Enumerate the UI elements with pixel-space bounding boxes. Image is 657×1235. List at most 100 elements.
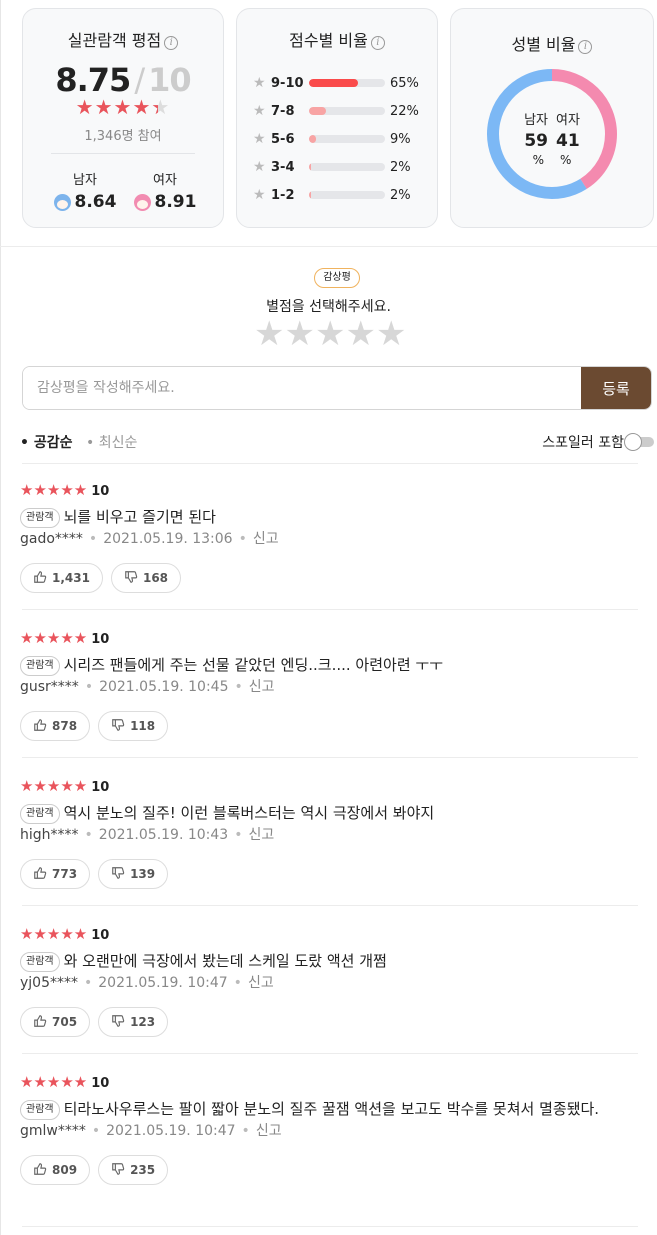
review-user[interactable]: gmlw**** — [20, 1123, 86, 1139]
percent-bar-fill — [309, 135, 316, 143]
review-text: 와 오랜만에 극장에서 봤는데 스케일 도랐 액션 개쩜 — [63, 952, 387, 970]
review-user[interactable]: gusr**** — [20, 679, 79, 695]
male-face-icon — [53, 193, 71, 211]
score-range-label: 7-8 — [271, 103, 295, 119]
percent-label: 65% — [390, 75, 419, 91]
percent-bar-fill — [309, 163, 311, 171]
male-score: 8.64 — [74, 192, 117, 212]
like-button[interactable]: 878 — [20, 711, 91, 741]
review-score: 10 — [91, 1076, 110, 1091]
dislike-button[interactable]: 235 — [98, 1155, 169, 1185]
dislike-button[interactable]: 139 — [98, 859, 169, 889]
participant-count: 1,346명 참여 — [84, 129, 162, 144]
dislike-count: 123 — [130, 1015, 156, 1029]
thumbs-up-icon — [33, 570, 47, 587]
review-stars: ★★★★★ — [20, 1073, 88, 1091]
rate-star-4-icon[interactable]: ★ — [345, 314, 375, 354]
spoiler-toggle[interactable] — [624, 433, 654, 451]
score-range-label: 9-10 — [271, 75, 304, 91]
percent-bar-fill — [309, 79, 359, 87]
male-score-block: 남자 8.64 — [45, 169, 125, 212]
rate-star-3-icon[interactable]: ★ — [315, 314, 345, 354]
star-icon: ★ — [253, 103, 266, 119]
star-icon: ★ — [253, 159, 266, 175]
score-range-label: 5-6 — [271, 131, 295, 147]
report-link[interactable]: 신고 — [253, 531, 279, 547]
review-score: 10 — [91, 928, 110, 943]
dislike-button[interactable]: 123 — [98, 1007, 169, 1037]
viewer-badge: 관람객 — [20, 952, 60, 972]
score-max: 10 — [148, 61, 192, 99]
dislike-count: 139 — [130, 867, 156, 881]
percent-bar — [309, 163, 385, 171]
review-user[interactable]: high**** — [20, 827, 79, 843]
donut-female-value: 41 — [556, 131, 580, 151]
score-distribution-row: ★ 9-10 65% — [253, 73, 433, 93]
divider — [22, 463, 638, 464]
percent-label: 9% — [390, 131, 411, 147]
score-range-label: 3-4 — [271, 159, 295, 175]
review-date: 2021.05.19. 10:43 — [98, 827, 229, 843]
donut-male-unit: % — [532, 153, 544, 167]
review-item: ★★★★★ 10 관람객 역시 분노의 질주! 이런 블록버스터는 역시 극장에서 봐… — [20, 776, 640, 889]
dislike-count: 118 — [130, 719, 156, 733]
review-user[interactable]: yj05**** — [20, 975, 78, 991]
score-distribution-row: ★ 5-6 9% — [253, 129, 433, 149]
thumbs-down-icon — [111, 718, 125, 735]
percent-bar — [309, 107, 385, 115]
viewer-badge: 관람객 — [20, 656, 60, 676]
review-date: 2021.05.19. 10:45 — [99, 679, 229, 695]
average-score: 8.75/10 — [23, 61, 223, 99]
rating-prompt: 별점을 선택해주세요. — [266, 299, 391, 315]
report-link[interactable]: 신고 — [248, 827, 274, 843]
thumbs-up-icon — [33, 1014, 47, 1031]
spoiler-label: 스포일러 포함 — [542, 435, 624, 451]
like-button[interactable]: 773 — [20, 859, 91, 889]
rating-star-selector: ★★★★★ — [254, 316, 406, 352]
review-stars: ★★★★★ — [20, 925, 88, 943]
donut-male-value: 59 — [524, 131, 548, 151]
dislike-button[interactable]: 168 — [110, 563, 182, 593]
score-value: 8.75 — [55, 61, 131, 99]
audience-rating-title: 실관람객 평점 — [67, 31, 162, 50]
rate-star-5-icon[interactable]: ★ — [376, 314, 406, 354]
review-form: 등록 — [22, 366, 652, 410]
review-item: ★★★★★ 10 관람객 뇌를 비우고 즐기면 된다 gado**** • 2021.05.… — [20, 480, 640, 593]
submit-button[interactable]: 등록 — [581, 367, 651, 409]
review-date: 2021.05.19. 10:47 — [98, 975, 228, 991]
thumbs-up-icon — [33, 718, 47, 735]
star-icon: ★ — [253, 75, 266, 91]
female-score-block: 여자 8.91 — [125, 169, 205, 212]
report-link[interactable]: 신고 — [248, 975, 274, 991]
rate-star-1-icon[interactable]: ★ — [254, 314, 284, 354]
review-text: 역시 분노의 질주! 이런 블록버스터는 역시 극장에서 봐야지 — [63, 804, 435, 822]
info-icon[interactable]: i — [370, 36, 385, 50]
review-stars: ★★★★★ — [20, 629, 88, 647]
thumbs-down-icon — [124, 570, 138, 587]
like-count: 705 — [52, 1015, 78, 1029]
score-slash: / — [134, 61, 145, 99]
like-button[interactable]: 809 — [20, 1155, 91, 1185]
info-icon[interactable]: i — [578, 40, 593, 54]
dislike-button[interactable]: 118 — [98, 711, 169, 741]
donut-female-unit: % — [560, 153, 572, 167]
rating-summary: 실관람객 평점i 8.75/10 ★★★★★★ 1,346명 참여 남자 8.6… — [22, 8, 654, 228]
report-link[interactable]: 신고 — [249, 679, 275, 695]
review-stars: ★★★★★ — [20, 481, 88, 499]
review-input[interactable] — [23, 367, 583, 409]
rate-star-2-icon[interactable]: ★ — [284, 314, 314, 354]
female-face-icon — [133, 193, 151, 211]
sort-by-latest[interactable]: • 최신순 — [86, 432, 137, 452]
thumbs-down-icon — [111, 1162, 125, 1179]
review-user[interactable]: gado**** — [20, 531, 83, 547]
review-stars: ★★★★★ — [20, 777, 88, 795]
info-icon[interactable]: i — [164, 36, 179, 50]
like-button[interactable]: 705 — [20, 1007, 91, 1037]
report-link[interactable]: 신고 — [256, 1123, 282, 1139]
percent-label: 2% — [390, 187, 411, 203]
sort-by-likes[interactable]: • 공감순 — [20, 432, 72, 452]
like-button[interactable]: 1,431 — [20, 563, 103, 593]
donut-female-label: 여자 — [556, 113, 580, 128]
score-distribution-row: ★ 7-8 22% — [253, 101, 433, 121]
like-count: 878 — [52, 719, 78, 733]
